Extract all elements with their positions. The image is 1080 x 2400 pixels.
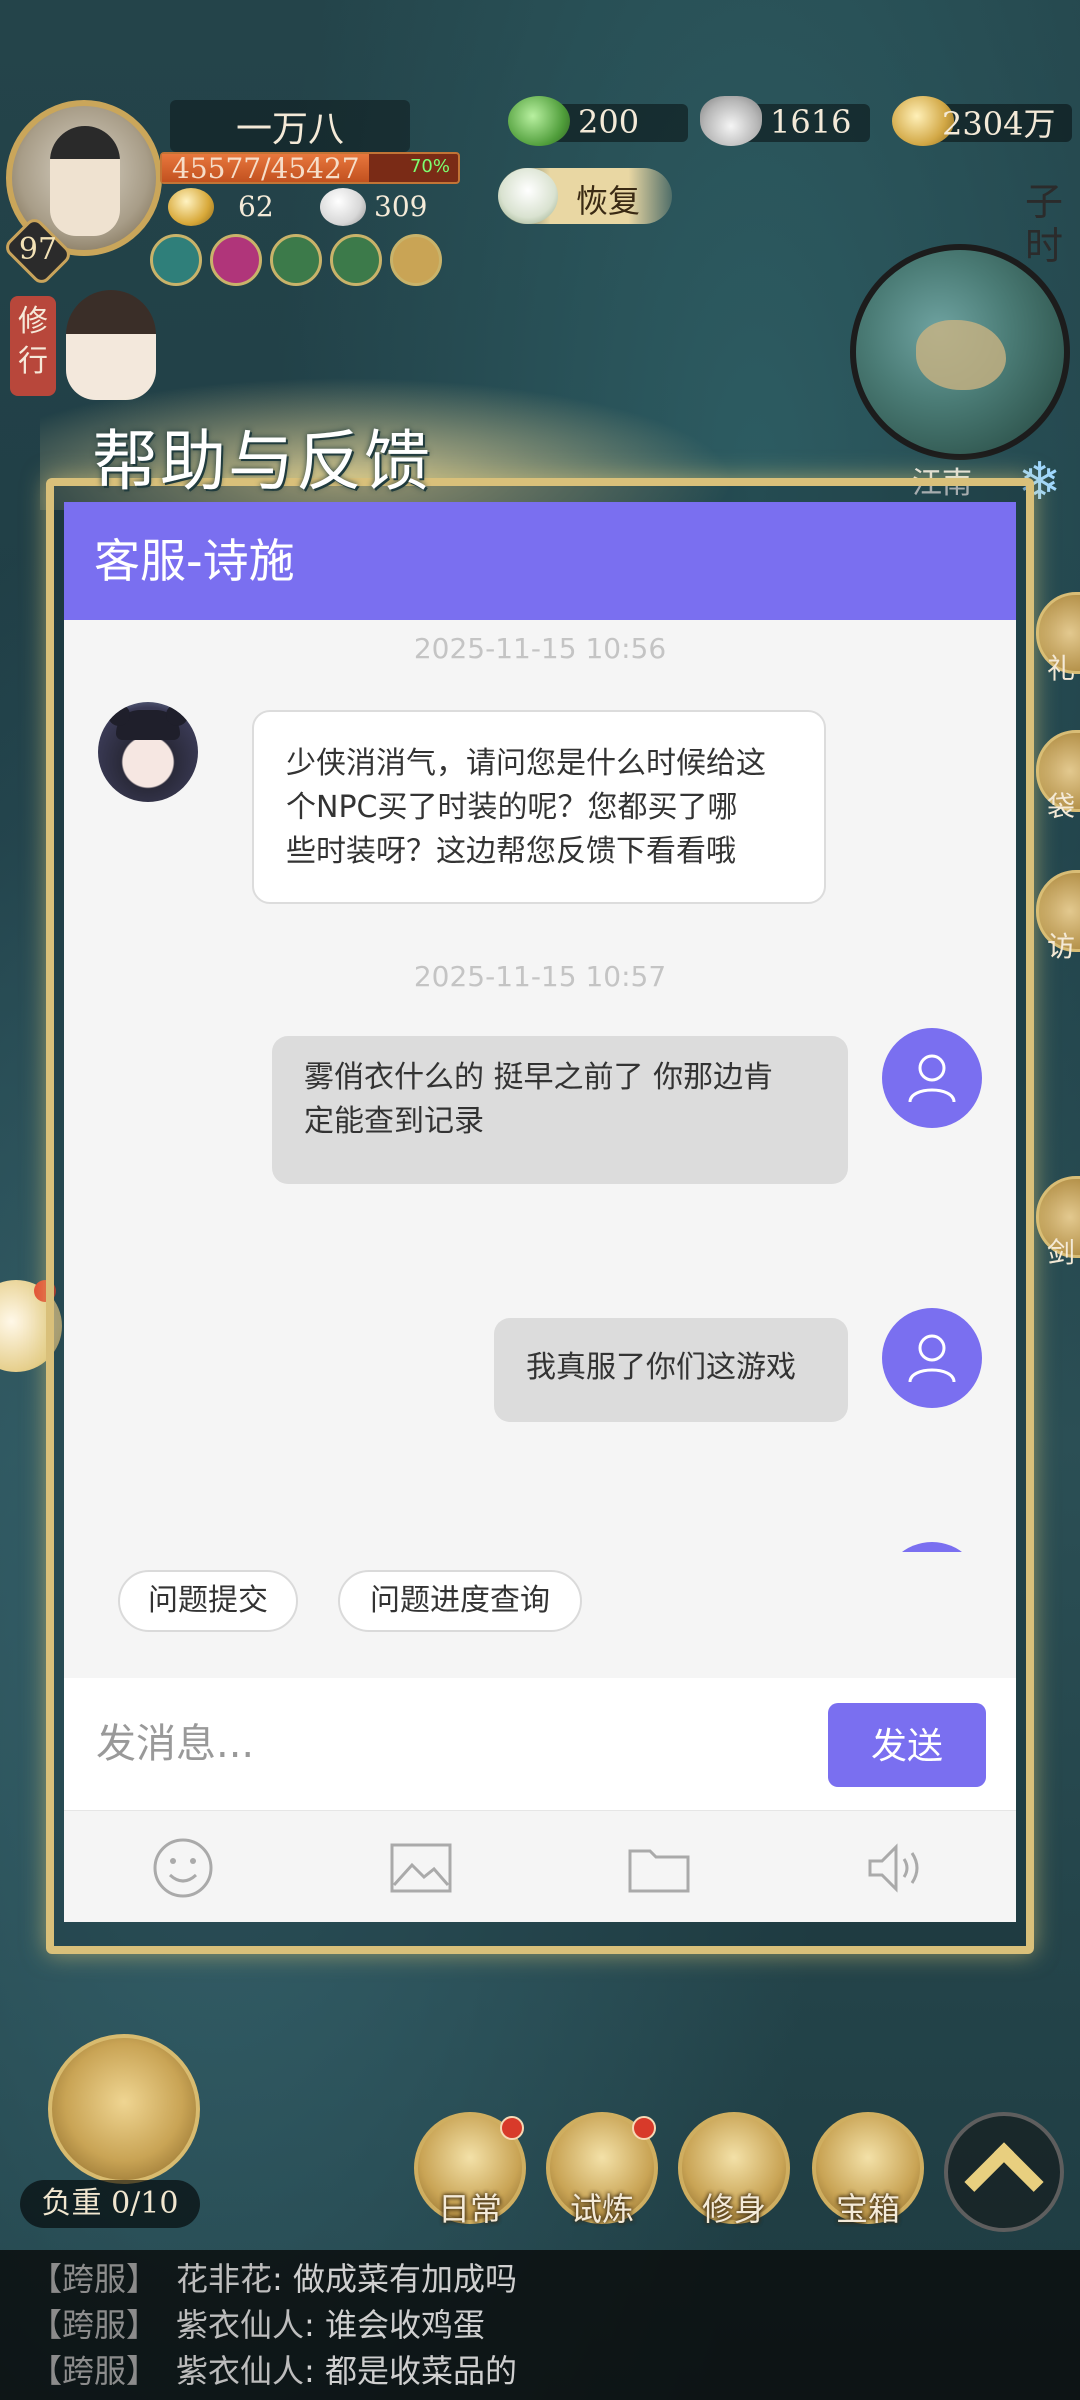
hp-value: 45577/45427 — [172, 152, 360, 185]
message-line: 些时装呀？这边帮您反馈下看看哦 — [286, 834, 736, 869]
side-tab-gift[interactable]: 礼 — [1036, 592, 1080, 685]
minimap[interactable] — [850, 244, 1070, 460]
bottom-button-label: 宝箱 — [835, 2190, 900, 2228]
game-screen: 97 一万八 45577/45427 70% 62 309 200 1616 2… — [0, 0, 1080, 2400]
message-input-row: 发送 — [64, 1678, 1016, 1810]
voice-icon[interactable] — [862, 1833, 932, 1903]
bun-stat: 309 — [374, 190, 428, 223]
message-timestamp: 2025-11-15 10:57 — [413, 960, 667, 993]
cultivate-button[interactable]: 修身 — [678, 2112, 790, 2228]
bowl-icon — [168, 188, 214, 226]
treasure-button[interactable]: 宝箱 — [812, 2112, 924, 2228]
message-line: 少侠消消气，请问您是什么时候给这 — [286, 746, 766, 781]
currency-gold[interactable]: 2304万 — [892, 96, 1072, 148]
user-message-bubble: 我真服了你们这游戏 — [494, 1318, 848, 1422]
folder-icon[interactable] — [624, 1833, 694, 1903]
chevron-up-icon — [964, 2142, 1044, 2222]
dialog-heading: 帮助与反馈 — [92, 423, 432, 500]
restore-button[interactable]: 恢复 — [498, 168, 672, 224]
side-tab-visit[interactable]: 访 — [1036, 870, 1080, 963]
issue-progress-button[interactable]: 问题进度查询 — [338, 1570, 582, 1632]
message-line: 雾俏衣什么的 挺早之前了 你那边肯 — [304, 1060, 774, 1095]
herb-buff-icon-2[interactable] — [330, 234, 382, 286]
side-tab-label: 袋 — [1047, 790, 1076, 823]
chat-line: 【跨服】 紫衣仙人: 谁会收鸡蛋 — [30, 2306, 485, 2344]
load-capacity: 负重 0/10 — [20, 2180, 200, 2228]
user-icon — [908, 1054, 956, 1103]
chat-line: 【跨服】 紫衣仙人: 都是收菜品的 — [30, 2352, 517, 2390]
chat-text: 做成菜有加成吗 — [292, 2260, 517, 2298]
bottom-button-label: 试炼 — [569, 2190, 634, 2228]
restore-label: 恢复 — [576, 182, 641, 220]
notification-dot — [632, 2116, 656, 2140]
player-name: 一万八 — [170, 100, 410, 152]
agent-hair-bun — [166, 704, 188, 726]
hp-bar: 45577/45427 70% — [160, 152, 460, 185]
currency-value: 1616 — [770, 103, 852, 141]
side-tab-label: 访 — [1047, 930, 1076, 963]
chat-line: 【跨服】 花非花: 做成菜有加成吗 — [30, 2260, 517, 2298]
agent-hair-bun — [108, 704, 130, 726]
user-message-bubble: 雾俏衣什么的 挺早之前了 你那边肯 定能查到记录 — [272, 1036, 848, 1184]
agent-avatar — [98, 702, 198, 802]
chat-text: 都是收菜品的 — [324, 2352, 517, 2390]
input-toolbar — [64, 1810, 1016, 1922]
send-button[interactable]: 发送 — [828, 1703, 986, 1787]
agent-message-bubble: 少侠消消气，请问您是什么时候给这 个NPC买了时装的呢？您都买了哪 些时装呀？这… — [252, 710, 826, 904]
customer-service-panel: 客服-诗施 2025-11-15 10:56 少侠消消气，请问您是什么时候给这 … — [64, 502, 1016, 1922]
currency-value: 200 — [578, 103, 640, 141]
message-line: 我真服了你们这游戏 — [526, 1350, 796, 1385]
player-portrait — [50, 126, 120, 236]
message-line: 定能查到记录 — [304, 1104, 484, 1139]
collapse-menu-button[interactable] — [944, 2112, 1064, 2232]
agent-title: 客服-诗施 — [64, 502, 1016, 620]
message-timestamp: 2025-11-15 10:56 — [413, 632, 667, 665]
herb-buff-icon[interactable] — [270, 234, 322, 286]
message-line: 个NPC买了时装的呢？您都买了哪 — [286, 790, 738, 825]
emoji-icon[interactable] — [148, 1833, 218, 1903]
user-avatar — [882, 1308, 982, 1408]
chat-channel: 【跨服】 — [30, 2306, 159, 2344]
currency-value: 2304万 — [942, 105, 1056, 143]
bottom-button-label: 修身 — [701, 2190, 766, 2228]
chat-speaker: 紫衣仙人 — [176, 2306, 305, 2344]
chat-speaker: 花非花 — [176, 2260, 273, 2298]
side-tab-label: 礼 — [1047, 652, 1076, 685]
hp-percent: 70% — [409, 156, 450, 177]
submit-issue-button[interactable]: 问题提交 — [118, 1570, 298, 1632]
world-chat-log[interactable]: 【跨服】 花非花: 做成菜有加成吗 【跨服】 紫衣仙人: 谁会收鸡蛋 【跨服】 紫衣仙… — [0, 2250, 1080, 2400]
image-icon[interactable] — [386, 1833, 456, 1903]
silver-ingot-icon — [700, 96, 762, 146]
bun-icon — [320, 188, 366, 226]
chat-text: 谁会收鸡蛋 — [324, 2306, 485, 2344]
side-tab-label: 剑 — [1047, 1236, 1076, 1269]
side-tab-sword[interactable]: 剑 — [1036, 1176, 1080, 1269]
flower-buff-icon[interactable] — [210, 234, 262, 286]
user-avatar — [882, 1028, 982, 1128]
jade-icon — [508, 96, 570, 146]
cooking-bowl[interactable] — [48, 2034, 200, 2184]
message-input[interactable] — [64, 1678, 804, 1810]
music-buff-icon[interactable] — [150, 234, 202, 286]
food-buff-icon[interactable] — [390, 234, 442, 286]
time-of-day: 子时 — [1024, 180, 1063, 268]
side-tab-bag[interactable]: 袋 — [1036, 730, 1080, 823]
user-icon — [908, 1334, 956, 1383]
chat-channel: 【跨服】 — [30, 2352, 159, 2390]
daily-button[interactable]: 日常 — [414, 2112, 526, 2228]
notification-dot — [500, 2116, 524, 2140]
trial-button[interactable]: 试炼 — [546, 2112, 658, 2228]
bowl-stat: 62 — [238, 190, 274, 223]
currency-jade[interactable]: 200 — [508, 96, 688, 148]
player-level: 97 — [18, 232, 58, 267]
chat-speaker: 紫衣仙人 — [176, 2352, 305, 2390]
chat-channel: 【跨服】 — [30, 2260, 159, 2298]
restore-bowl-icon — [498, 168, 558, 224]
currency-silver[interactable]: 1616 — [700, 96, 870, 148]
bottom-button-label: 日常 — [437, 2190, 502, 2228]
